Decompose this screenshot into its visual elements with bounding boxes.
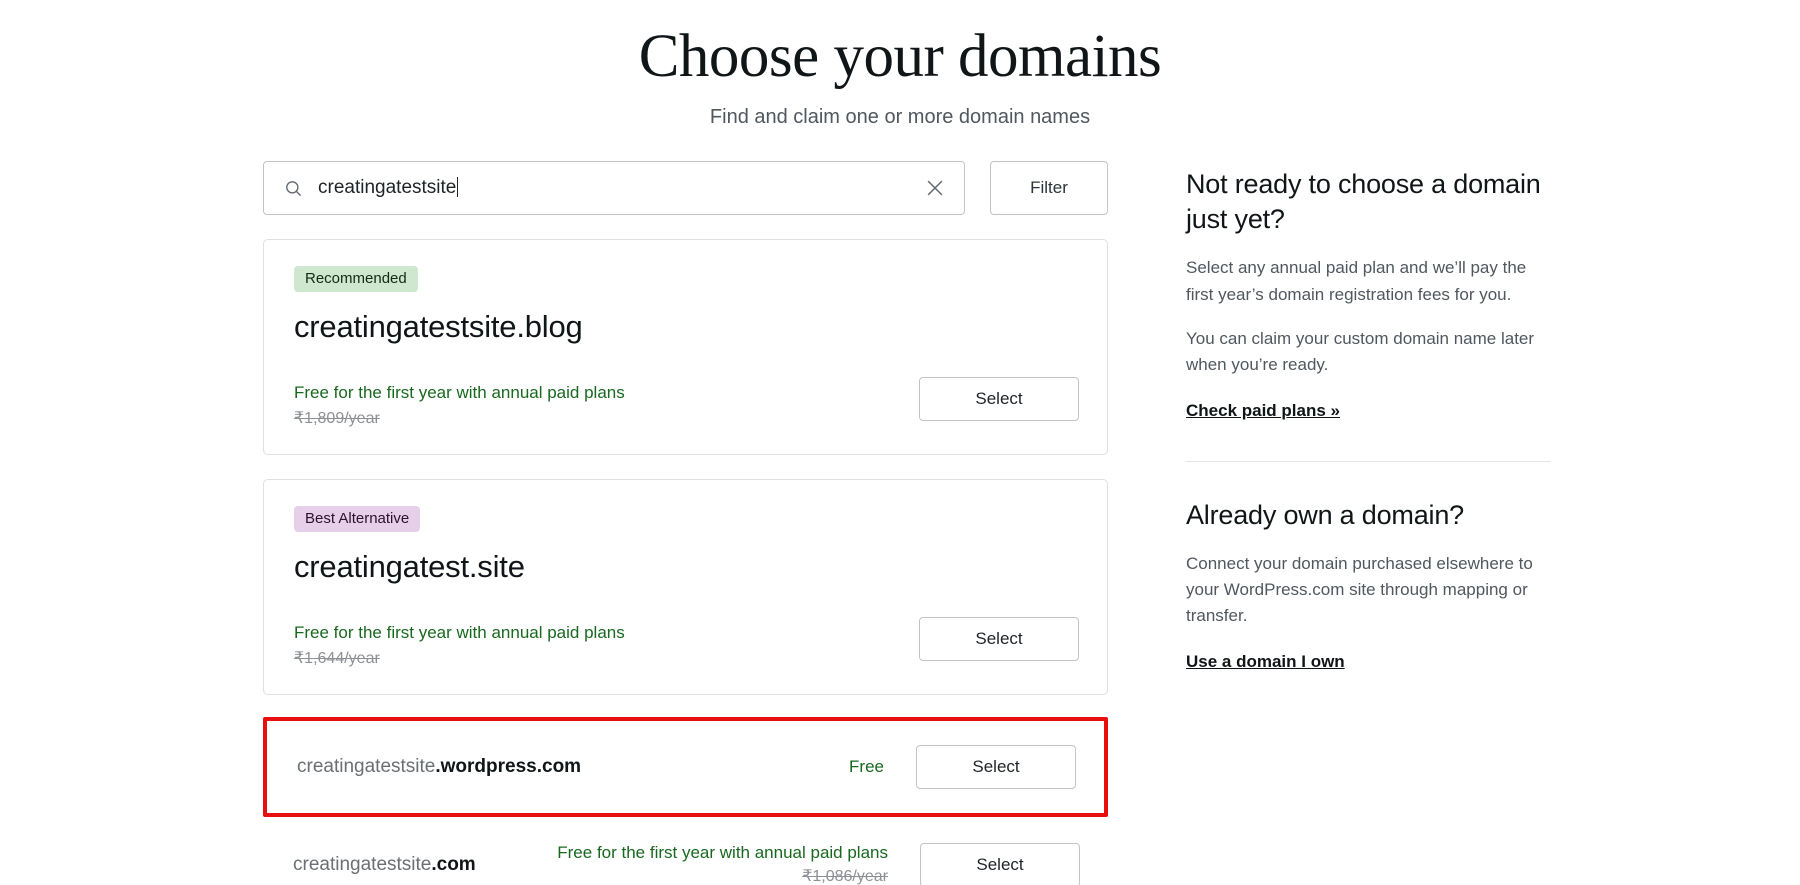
section-paragraph: Connect your domain purchased elsewhere …	[1186, 553, 1533, 626]
price-block: Free for the first year with annual paid…	[294, 377, 625, 428]
status-badge: Recommended	[294, 266, 418, 293]
domain-name: creatingatestsite.com	[293, 854, 543, 876]
status-badge: Best Alternative	[294, 505, 421, 532]
price-promo-text: Free	[849, 756, 884, 776]
price-promo-text: Free for the first year with annual paid…	[294, 622, 625, 642]
sidebar: Not ready to choose a domain just yet? S…	[1186, 161, 1551, 672]
sidebar-section-already-own: Already own a domain? Connect your domai…	[1186, 498, 1551, 672]
sidebar-divider	[1186, 460, 1551, 462]
section-title: Already own a domain?	[1186, 499, 1464, 530]
select-button[interactable]: Select	[916, 744, 1076, 789]
domain-suffix: .com	[431, 853, 476, 875]
price-block: Free for the first year with annual paid…	[543, 843, 920, 885]
select-button[interactable]: Select	[919, 377, 1079, 422]
section-title: Not ready to choose a domain just yet?	[1186, 169, 1541, 235]
domain-result-row[interactable]: creatingatestsite.com Free for the first…	[263, 822, 1108, 885]
price-block: Free for the first year with annual paid…	[294, 617, 625, 668]
close-icon[interactable]	[924, 177, 946, 199]
price-original: ₹1,086/year	[802, 868, 888, 885]
domain-prefix: creatingatestsite	[297, 755, 436, 777]
text-caret	[457, 177, 459, 198]
search-icon	[284, 179, 303, 198]
price-block: Free	[547, 757, 916, 777]
domain-search-column: creatingatestsite Filter Recommended cre…	[263, 161, 1108, 885]
check-paid-plans-link[interactable]: Check paid plans »	[1186, 401, 1340, 421]
price-promo-text: Free for the first year with annual paid…	[557, 843, 888, 863]
search-input[interactable]: creatingatestsite	[263, 161, 965, 216]
page-content: creatingatestsite Filter Recommended cre…	[0, 161, 1800, 885]
domain-name: creatingatestsite.blog	[294, 309, 583, 345]
price-original: ₹1,809/year	[294, 409, 380, 427]
select-button[interactable]: Select	[919, 616, 1079, 661]
page-title: Choose your domains	[638, 23, 1162, 90]
domain-name: creatingatestsite.wordpress.com	[297, 755, 581, 778]
domain-name: creatingatest.site	[294, 548, 525, 584]
domain-result-row-highlighted[interactable]: creatingatestsite.wordpress.com Free Sel…	[263, 716, 1108, 817]
card-footer: Free for the first year with annual paid…	[294, 616, 1079, 668]
domain-result-card[interactable]: Best Alternative creatingatest.site Free…	[263, 478, 1108, 695]
sidebar-section-not-ready: Not ready to choose a domain just yet? S…	[1186, 167, 1551, 421]
section-paragraph: Select any annual paid plan and we’ll pa…	[1186, 258, 1527, 304]
card-footer: Free for the first year with annual paid…	[294, 377, 1079, 428]
price-promo-text: Free for the first year with annual paid…	[294, 383, 625, 403]
select-button[interactable]: Select	[920, 842, 1080, 885]
section-paragraph: You can claim your custom domain name la…	[1186, 329, 1535, 375]
domain-prefix: creatingatestsite	[293, 853, 432, 875]
filter-button[interactable]: Filter	[990, 161, 1108, 216]
price-original: ₹1,644/year	[294, 649, 380, 667]
domain-selection-page: Choose your domains Find and claim one o…	[0, 0, 1800, 885]
search-row: creatingatestsite Filter	[263, 161, 1108, 216]
use-a-domain-i-own-link[interactable]: Use a domain I own	[1186, 652, 1345, 672]
domain-result-card[interactable]: Recommended creatingatestsite.blog Free …	[263, 239, 1108, 455]
search-input-value: creatingatestsite	[318, 177, 459, 199]
page-subtitle: Find and claim one or more domain names	[709, 106, 1091, 129]
